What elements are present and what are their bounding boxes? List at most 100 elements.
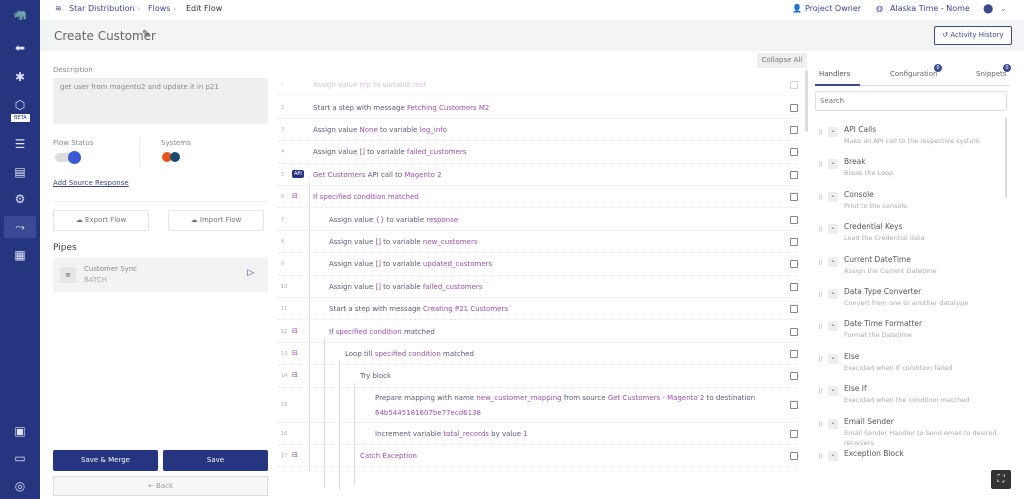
step-checkbox[interactable] xyxy=(790,170,798,179)
collapse-all-button[interactable]: Collapse All xyxy=(757,53,807,68)
flow-icon[interactable]: ⤳ xyxy=(10,217,30,237)
nesting-line xyxy=(324,338,325,488)
flow-step-row[interactable]: 1 Assign value tep to variable test xyxy=(278,74,798,97)
flow-step-row[interactable]: 10 Assign value [] to variable failed_cus… xyxy=(278,276,798,298)
drag-handle-icon[interactable]: ⠿ xyxy=(818,323,823,331)
tab-configuration[interactable]: Configuration xyxy=(890,70,937,78)
step-checkbox[interactable] xyxy=(790,81,798,90)
flow-step-row[interactable]: 13 ⊟ Loop till specified condition matched xyxy=(278,343,798,366)
step-checkbox[interactable] xyxy=(790,125,798,134)
cube-icon[interactable]: ⬡ xyxy=(10,95,30,115)
chevron-down-icon[interactable]: ⌄ xyxy=(1000,4,1007,13)
document-icon[interactable]: ▣ xyxy=(10,421,30,441)
nesting-line xyxy=(309,182,310,472)
flow-step-row[interactable]: 5 API Get Customers API call to Magento 2 xyxy=(278,164,798,186)
step-number: 9 xyxy=(281,261,285,268)
fullscreen-button[interactable]: ⛶ xyxy=(991,470,1011,489)
network-icon[interactable]: ✱ xyxy=(10,67,30,87)
step-text: If specified condition matched xyxy=(329,327,435,336)
flow-step-row[interactable]: 8 Assign value [] to variable new_custome… xyxy=(278,231,798,254)
pencil-icon[interactable]: ✎ xyxy=(142,29,150,40)
step-checkbox[interactable] xyxy=(790,215,798,224)
activity-history-button[interactable]: ↺ Activity History xyxy=(934,26,1012,45)
gear-icon[interactable]: ⚙ xyxy=(10,189,30,209)
avatar[interactable]: ● xyxy=(983,1,993,15)
tab-snippets[interactable]: Snippets xyxy=(976,70,1006,78)
drag-handle-icon[interactable]: ⠿ xyxy=(818,194,823,202)
breadcrumb-star-distribution[interactable]: Star Distribution xyxy=(69,4,135,13)
back-arrow-icon[interactable]: ⬅ xyxy=(10,38,30,58)
save-button[interactable]: Save xyxy=(163,450,268,471)
flow-step-row[interactable]: 12 ⊟ If specified condition matched xyxy=(278,320,798,343)
import-flow-button[interactable]: ☁ Import Flow xyxy=(168,210,264,231)
database-icon[interactable]: ☰ xyxy=(10,134,30,154)
step-checkbox[interactable] xyxy=(790,429,798,438)
flow-step-row[interactable]: 15 Prepare mapping with name new_customer… xyxy=(278,388,798,423)
handler-name: Current DateTime xyxy=(844,254,911,264)
flow-step-row[interactable]: 4 Assign value [] to variable failed_cust… xyxy=(278,141,798,164)
add-source-response-link[interactable]: Add Source Response xyxy=(53,179,129,187)
save-merge-button[interactable]: Save & Merge xyxy=(53,450,158,471)
drag-handle-icon[interactable]: ⠿ xyxy=(818,259,823,267)
flow-step-row[interactable]: 9 Assign value [] to variable updated_cus… xyxy=(278,253,798,276)
collapse-toggle-icon[interactable]: ⊟ xyxy=(292,192,298,200)
step-checkbox[interactable] xyxy=(790,349,798,358)
step-number: 7 xyxy=(281,216,285,223)
book-icon[interactable]: ▤ xyxy=(10,162,30,182)
description-textarea[interactable]: get user from magento2 and update it in … xyxy=(53,78,268,124)
step-checkbox[interactable] xyxy=(790,327,798,336)
support-icon[interactable]: ◎ xyxy=(10,476,30,496)
chevron-right-icon: › xyxy=(137,4,141,13)
drag-handle-icon[interactable]: ⠿ xyxy=(818,129,823,137)
drag-handle-icon[interactable]: ⠿ xyxy=(818,291,823,299)
drag-handle-icon[interactable]: ⠿ xyxy=(818,388,823,396)
collapse-toggle-icon[interactable]: ⊟ xyxy=(292,371,298,379)
flow-step-row[interactable]: 2 Start a step with message Fetching Cust… xyxy=(278,96,798,119)
flow-step-row[interactable]: 6 ⊟ If specified condition matched xyxy=(278,186,798,209)
step-checkbox[interactable] xyxy=(790,372,798,381)
handler-icon: • xyxy=(828,289,838,299)
export-flow-button[interactable]: ☁ Export Flow xyxy=(53,210,149,231)
flow-step-row[interactable]: 7 Assign value {} to variable response xyxy=(278,208,798,231)
step-checkbox[interactable] xyxy=(790,282,798,291)
flow-status-toggle[interactable] xyxy=(55,151,81,164)
export-flow-label: Export Flow xyxy=(85,216,127,224)
flow-step-row[interactable]: 17 ⊟ Catch Exception xyxy=(278,445,798,468)
drag-handle-icon[interactable]: ⠿ xyxy=(818,453,823,461)
step-number: 10 xyxy=(281,283,288,290)
flow-step-row[interactable]: 11 Start a step with message Creating P21… xyxy=(278,298,798,321)
drag-handle-icon[interactable]: ⠿ xyxy=(818,356,823,364)
step-checkbox[interactable] xyxy=(790,305,798,314)
collapse-toggle-icon[interactable]: ⊟ xyxy=(292,451,298,459)
step-text: Prepare mapping with name new_customer_m… xyxy=(375,393,756,417)
breadcrumb-flows[interactable]: Flows xyxy=(148,4,170,13)
step-checkbox[interactable] xyxy=(790,452,798,461)
handler-scrollbar[interactable] xyxy=(1005,118,1007,198)
drag-handle-icon[interactable]: ⠿ xyxy=(818,421,823,429)
step-checkbox[interactable] xyxy=(790,148,798,157)
handler-name: API Calls xyxy=(844,125,877,134)
pipe-item[interactable]: ≡ Customer Sync BATCH ▷ xyxy=(53,258,268,292)
step-checkbox[interactable] xyxy=(790,260,798,269)
drag-handle-icon[interactable]: ⠿ xyxy=(818,226,823,234)
store-icon[interactable]: ▦ xyxy=(10,245,30,265)
step-checkbox[interactable] xyxy=(790,401,798,410)
play-icon[interactable]: ▷ xyxy=(247,268,254,278)
flow-step-row[interactable]: 3 Assign value None to variable log_info xyxy=(278,119,798,142)
collapse-toggle-icon[interactable]: ⊟ xyxy=(292,327,298,335)
step-checkbox[interactable] xyxy=(790,193,798,202)
flow-step-row[interactable]: 14 ⊟ Try block xyxy=(278,365,798,388)
tab-handlers[interactable]: Handlers xyxy=(819,70,850,78)
step-checkbox[interactable] xyxy=(790,103,798,112)
systems-label: Systems xyxy=(161,139,191,147)
flow-step-row[interactable]: 16 Increment variable total_records by va… xyxy=(278,423,798,445)
handler-search-input[interactable] xyxy=(815,91,1007,111)
drag-handle-icon[interactable]: ⠿ xyxy=(818,161,823,169)
collapse-toggle-icon[interactable]: ⊟ xyxy=(292,349,298,357)
back-button[interactable]: ← Back xyxy=(53,476,268,496)
monitor-icon[interactable]: ▭ xyxy=(10,448,30,468)
step-checkbox[interactable] xyxy=(790,237,798,246)
step-number: 14 xyxy=(281,373,288,380)
flow-scrollbar[interactable] xyxy=(805,70,808,132)
timezone-selector[interactable]: Alaska Time - Nome xyxy=(890,4,970,13)
